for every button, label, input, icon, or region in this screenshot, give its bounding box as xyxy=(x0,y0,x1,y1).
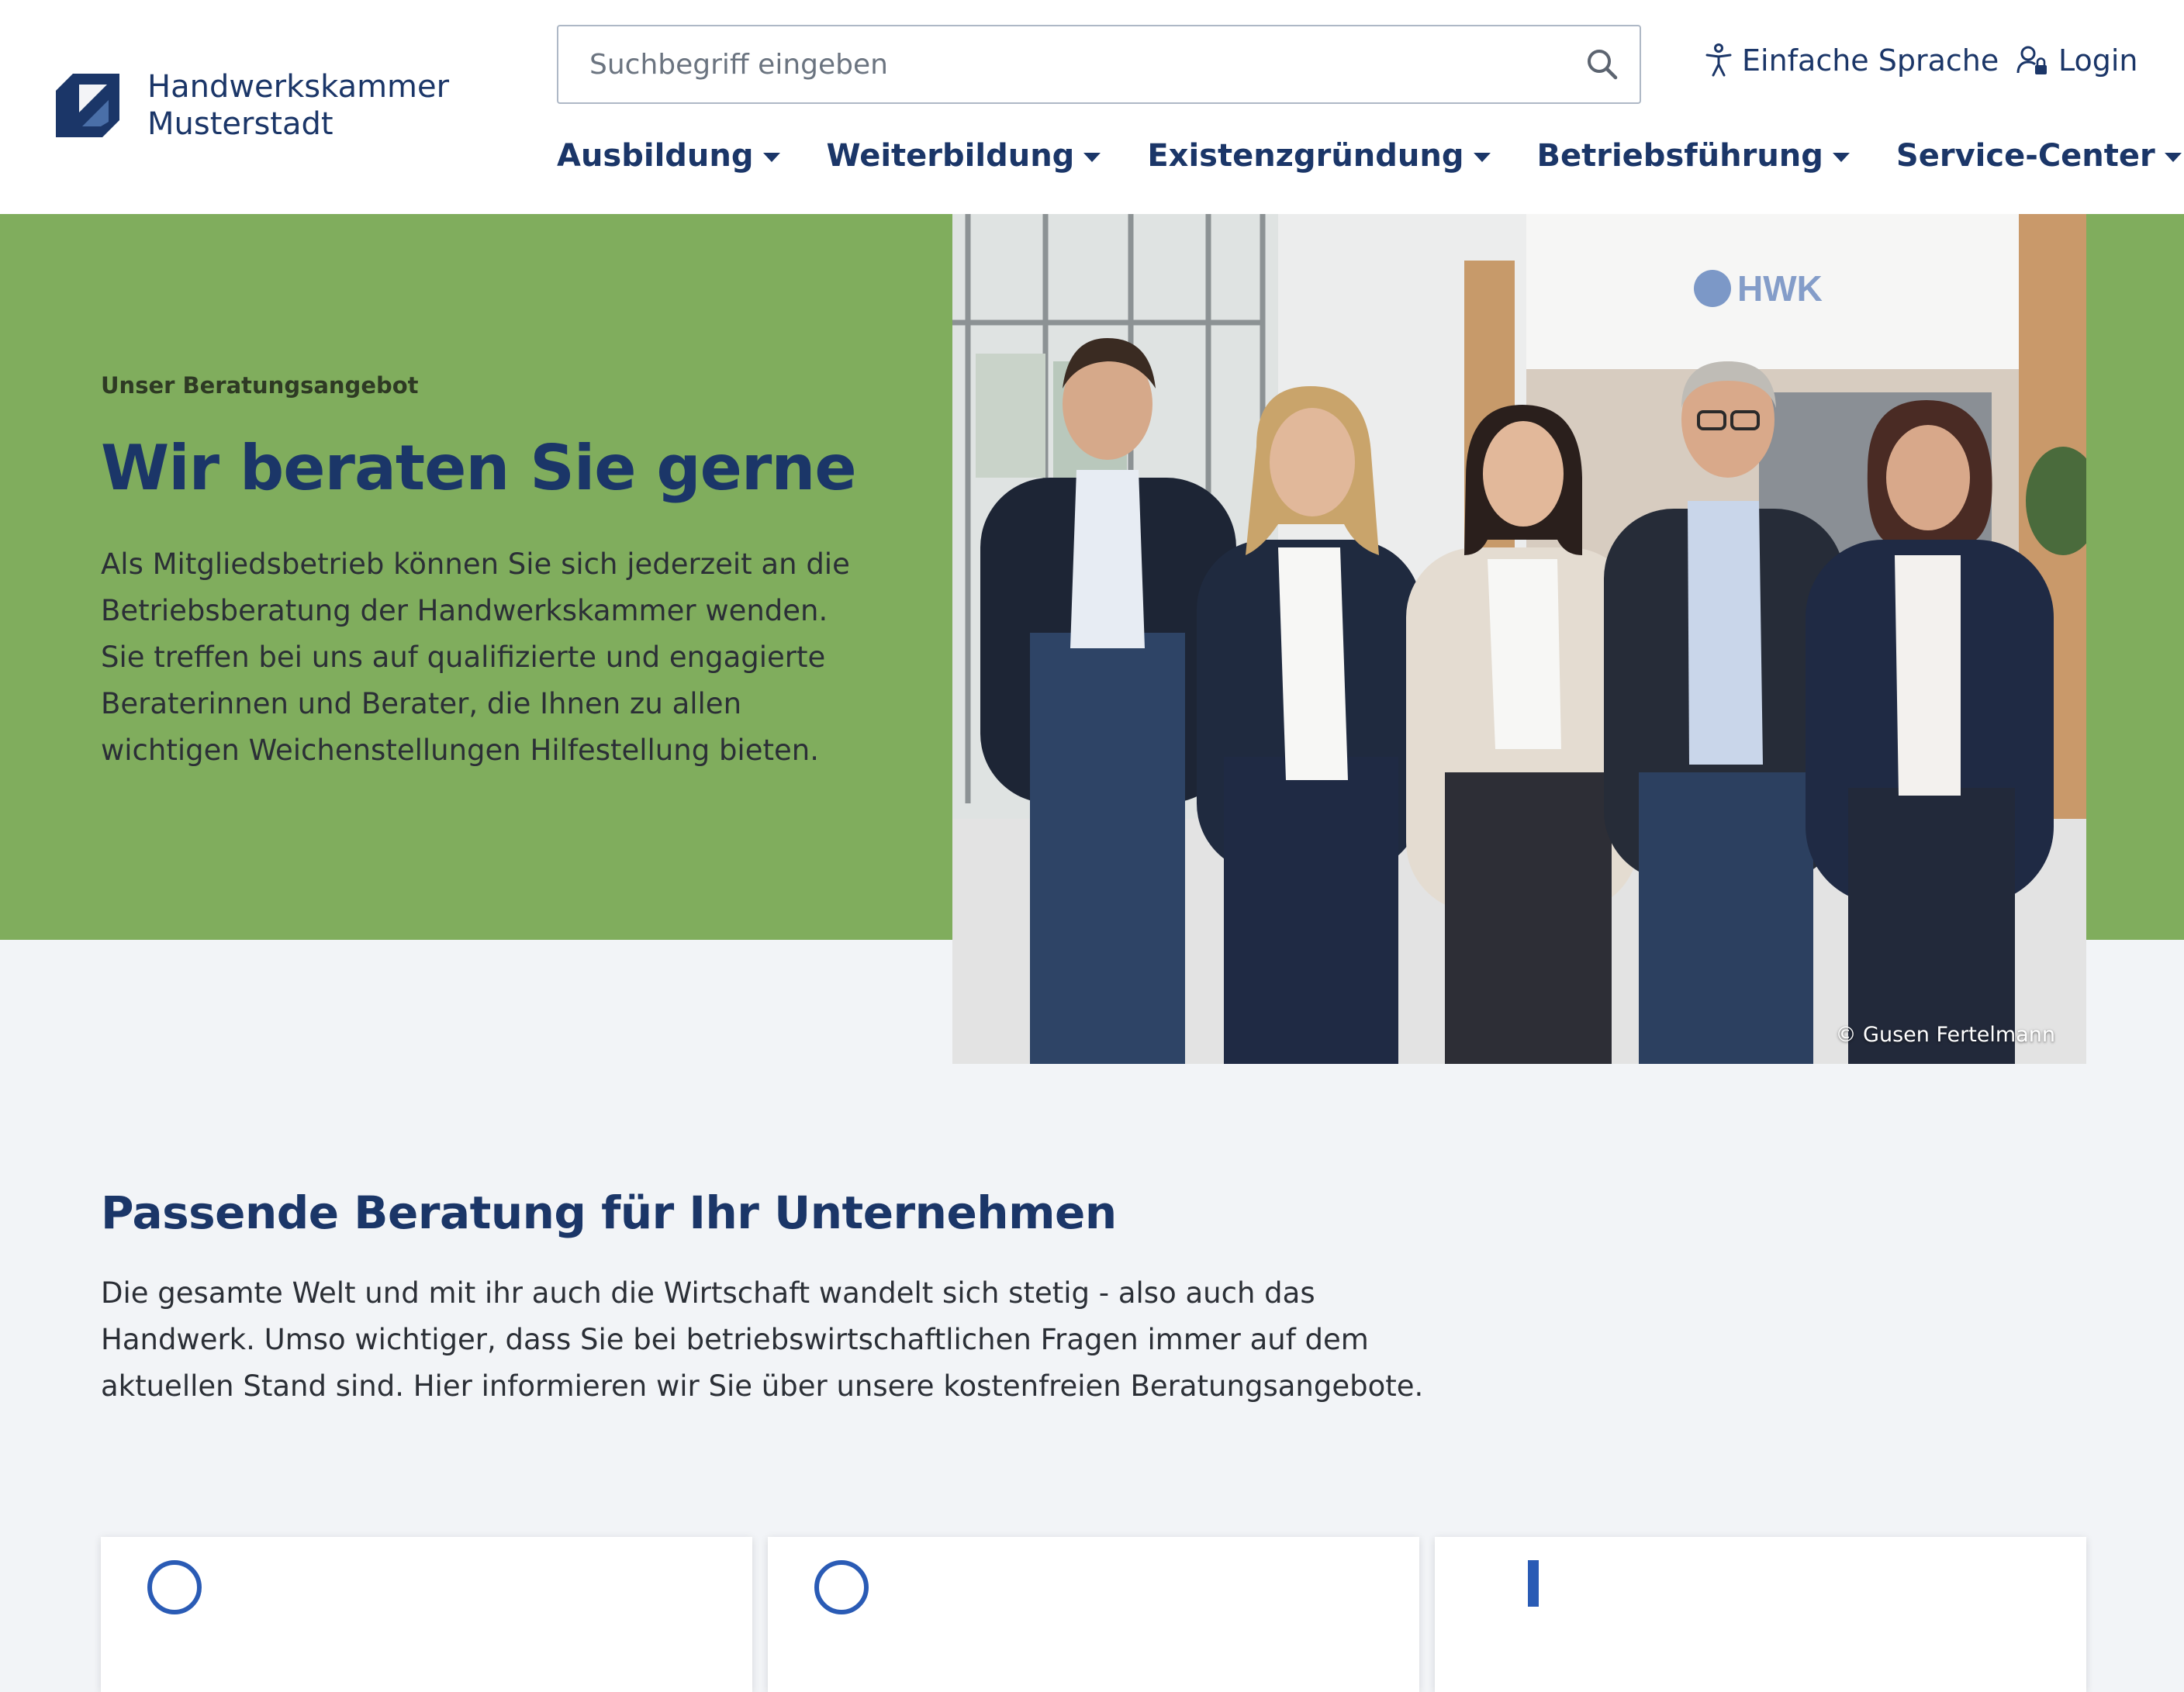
caret-down-icon xyxy=(2164,153,2182,162)
simple-language-link[interactable]: Einfache Sprache xyxy=(1705,43,1999,78)
nav-item-label: Betriebsführung xyxy=(1536,138,1823,174)
caret-down-icon xyxy=(1473,153,1491,162)
nav-item-service-center[interactable]: Service-Center xyxy=(1896,138,2182,174)
section-body: Die gesamte Welt und mit ihr auch die Wi… xyxy=(101,1276,1424,1403)
consulting-card[interactable] xyxy=(1435,1537,2086,1692)
caret-down-icon xyxy=(1832,153,1850,162)
search-icon xyxy=(1588,50,1618,80)
site-header: Handwerkskammer Musterstadt Einfache Spr… xyxy=(0,0,2184,214)
hero-body: Als Mitgliedsbetrieb können Sie sich jed… xyxy=(101,547,850,767)
logo-mark-icon xyxy=(56,74,119,137)
nav-item-weiterbildung[interactable]: Weiterbildung xyxy=(827,138,1101,174)
hero-text: Unser Beratungsangebot Wir beraten Sie g… xyxy=(101,372,861,774)
logo[interactable]: Handwerkskammer Musterstadt xyxy=(56,68,449,143)
logo-line2: Musterstadt xyxy=(147,106,333,142)
photo-credit: © Gusen Fertelmann xyxy=(1835,1023,2055,1047)
team-photo: HWK © Gusen Fertelmann xyxy=(952,214,2086,1064)
main-navigation: Ausbildung Weiterbildung Existenzgründun… xyxy=(557,138,2184,174)
hero-title: Wir beraten Sie gerne xyxy=(101,432,857,504)
nav-item-label: Service-Center xyxy=(1895,138,2155,174)
nav-item-label: Weiterbildung xyxy=(826,138,1075,174)
nav-item-label: Ausbildung xyxy=(557,138,754,174)
caret-down-icon xyxy=(762,153,780,162)
consulting-card[interactable] xyxy=(101,1537,752,1692)
login-link[interactable]: Login xyxy=(2016,43,2138,78)
login-label: Login xyxy=(2058,43,2138,78)
search-input[interactable] xyxy=(558,26,1565,102)
nav-item-betriebsfuehrung[interactable]: Betriebsführung xyxy=(1537,138,1850,174)
consulting-section: Passende Beratung für Ihr Unternehmen Di… xyxy=(101,1186,1466,1410)
accessibility-icon xyxy=(1705,43,1732,77)
card-icon xyxy=(1528,1560,1539,1607)
logo-line1: Handwerkskammer xyxy=(147,69,450,105)
team-photo-illustration: HWK xyxy=(952,214,2086,1064)
logo-text: Handwerkskammer Musterstadt xyxy=(147,68,449,143)
user-lock-icon xyxy=(2016,46,2047,74)
card-icon xyxy=(814,1560,869,1614)
caret-down-icon xyxy=(1083,153,1101,162)
search-button[interactable] xyxy=(1565,27,1640,102)
card-row xyxy=(101,1537,2086,1692)
nav-item-ausbildung[interactable]: Ausbildung xyxy=(557,138,780,174)
hwk-sign: HWK xyxy=(1737,268,1823,309)
simple-language-label: Einfache Sprache xyxy=(1742,43,1999,78)
hwk-sign-logo: HWK xyxy=(1694,268,1823,309)
nav-item-existenzgruendung[interactable]: Existenzgründung xyxy=(1147,138,1491,174)
search-box xyxy=(557,25,1641,104)
nav-item-label: Existenzgründung xyxy=(1147,138,1464,174)
card-icon xyxy=(147,1560,202,1614)
section-title: Passende Beratung für Ihr Unternehmen xyxy=(101,1186,1117,1239)
hero-eyebrow: Unser Beratungsangebot xyxy=(101,372,419,399)
consulting-card[interactable] xyxy=(768,1537,1419,1692)
